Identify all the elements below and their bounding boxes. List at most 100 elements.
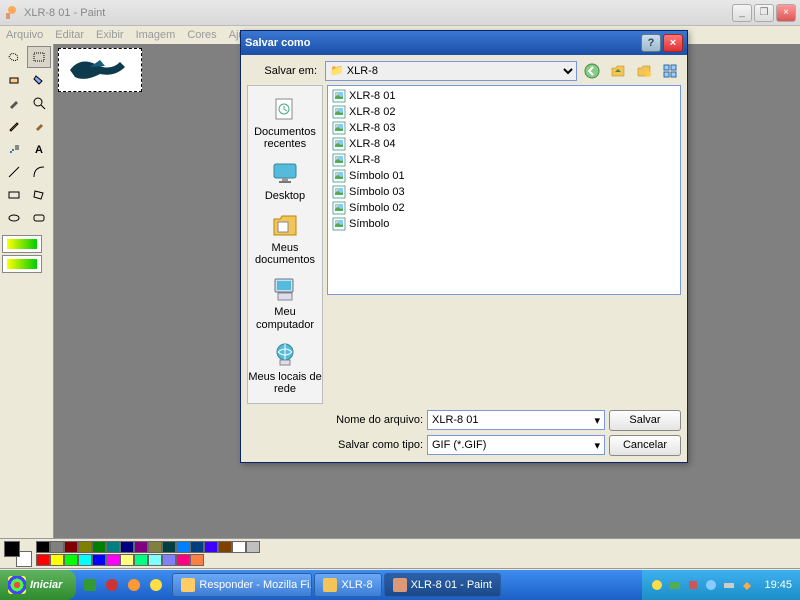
taskbar-task[interactable]: XLR-8 01 - Paint <box>384 573 501 597</box>
quicklaunch-item[interactable] <box>146 575 166 595</box>
tool-freeform-select[interactable] <box>2 46 26 68</box>
file-item[interactable]: XLR-8 02 <box>330 104 678 120</box>
cancel-button[interactable]: Cancelar <box>609 435 681 456</box>
tool-rect-select[interactable] <box>27 46 51 68</box>
tool-fill[interactable] <box>27 69 51 91</box>
tool-polygon[interactable] <box>27 184 51 206</box>
palette-color[interactable] <box>120 541 134 553</box>
palette-color[interactable] <box>120 554 134 566</box>
palette-color[interactable] <box>78 541 92 553</box>
close-button[interactable]: × <box>776 4 796 22</box>
file-item[interactable]: XLR-8 <box>330 152 678 168</box>
fg-color[interactable] <box>4 541 20 557</box>
palette-color[interactable] <box>162 554 176 566</box>
palette-color[interactable] <box>148 554 162 566</box>
dialog-close-button[interactable]: × <box>663 34 683 52</box>
start-button[interactable]: Iniciar <box>0 570 76 600</box>
tool-eraser[interactable] <box>2 69 26 91</box>
palette-color[interactable] <box>162 541 176 553</box>
tray-icon[interactable] <box>686 578 700 592</box>
palette-color[interactable] <box>134 541 148 553</box>
palette-color[interactable] <box>134 554 148 566</box>
file-item[interactable]: Símbolo 02 <box>330 200 678 216</box>
tool-ellipse[interactable] <box>2 207 26 229</box>
menu-exibir[interactable]: Exibir <box>96 29 124 41</box>
palette-color[interactable] <box>50 554 64 566</box>
palette-color[interactable] <box>64 541 78 553</box>
dialog-help-button[interactable]: ? <box>641 34 661 52</box>
nav-newfolder-icon[interactable] <box>633 61 655 81</box>
chevron-down-icon[interactable]: ▾ <box>594 439 600 452</box>
palette-color[interactable] <box>218 541 232 553</box>
palette-color[interactable] <box>176 541 190 553</box>
place-mydocs[interactable]: Meus documentos <box>248 206 322 270</box>
fg-bg-colors[interactable] <box>4 541 32 567</box>
quicklaunch-item[interactable] <box>124 575 144 595</box>
taskbar-task[interactable]: XLR-8 <box>314 573 381 597</box>
clock[interactable]: 19:45 <box>764 579 792 591</box>
palette-color[interactable] <box>190 554 204 566</box>
palette-color[interactable] <box>232 541 246 553</box>
palette-color[interactable] <box>106 554 120 566</box>
nav-views-icon[interactable] <box>659 61 681 81</box>
menu-arquivo[interactable]: Arquivo <box>6 29 43 41</box>
tool-rect[interactable] <box>2 184 26 206</box>
canvas[interactable] <box>58 48 142 92</box>
filetype-field[interactable]: GIF (*.GIF)▾ <box>427 435 605 455</box>
palette-color[interactable] <box>36 541 50 553</box>
file-item[interactable]: Símbolo 03 <box>330 184 678 200</box>
menu-cores[interactable]: Cores <box>187 29 216 41</box>
tool-text[interactable]: A <box>27 138 51 160</box>
save-in-dropdown[interactable]: 📁 XLR-8 <box>325 61 577 81</box>
save-button[interactable]: Salvar <box>609 410 681 431</box>
chevron-down-icon[interactable]: ▾ <box>594 414 600 427</box>
tool-option-2[interactable] <box>2 255 42 273</box>
menu-editar[interactable]: Editar <box>55 29 84 41</box>
tray-icon[interactable] <box>704 578 718 592</box>
quicklaunch-item[interactable] <box>80 575 100 595</box>
maximize-button[interactable]: ❐ <box>754 4 774 22</box>
palette-color[interactable] <box>78 554 92 566</box>
file-item[interactable]: XLR-8 01 <box>330 88 678 104</box>
palette-color[interactable] <box>92 541 106 553</box>
file-item[interactable]: Símbolo <box>330 216 678 232</box>
palette-color[interactable] <box>204 541 218 553</box>
palette-color[interactable] <box>36 554 50 566</box>
tray-icon[interactable] <box>740 578 754 592</box>
palette-color[interactable] <box>148 541 162 553</box>
file-item[interactable]: XLR-8 03 <box>330 120 678 136</box>
palette-color[interactable] <box>92 554 106 566</box>
tool-roundrect[interactable] <box>27 207 51 229</box>
file-item[interactable]: Símbolo 01 <box>330 168 678 184</box>
minimize-button[interactable]: _ <box>732 4 752 22</box>
place-desktop[interactable]: Desktop <box>248 154 322 206</box>
palette-color[interactable] <box>246 541 260 553</box>
filename-field[interactable]: XLR-8 01▾ <box>427 410 605 430</box>
tool-curve[interactable] <box>27 161 51 183</box>
place-recent[interactable]: Documentos recentes <box>248 90 322 154</box>
tool-option-1[interactable] <box>2 235 42 253</box>
file-item[interactable]: XLR-8 04 <box>330 136 678 152</box>
tool-magnify[interactable] <box>27 92 51 114</box>
tool-picker[interactable] <box>2 92 26 114</box>
tool-pencil[interactable] <box>2 115 26 137</box>
palette-color[interactable] <box>64 554 78 566</box>
tool-brush[interactable] <box>27 115 51 137</box>
tray-icon[interactable] <box>650 578 664 592</box>
tray-icon[interactable] <box>722 578 736 592</box>
palette-color[interactable] <box>190 541 204 553</box>
palette-color[interactable] <box>176 554 190 566</box>
nav-back-icon[interactable] <box>581 61 603 81</box>
palette-color[interactable] <box>50 541 64 553</box>
taskbar-task[interactable]: Responder - Mozilla Fi... <box>172 573 312 597</box>
file-list[interactable]: XLR-8 01XLR-8 02XLR-8 03XLR-8 04XLR-8Sím… <box>327 85 681 295</box>
tool-line[interactable] <box>2 161 26 183</box>
place-mycomputer[interactable]: Meu computador <box>248 270 322 334</box>
place-network[interactable]: Meus locais de rede <box>248 335 322 399</box>
nav-up-icon[interactable] <box>607 61 629 81</box>
tray-icon[interactable] <box>668 578 682 592</box>
tool-airbrush[interactable] <box>2 138 26 160</box>
quicklaunch-item[interactable] <box>102 575 122 595</box>
menu-imagem[interactable]: Imagem <box>136 29 176 41</box>
palette-color[interactable] <box>106 541 120 553</box>
